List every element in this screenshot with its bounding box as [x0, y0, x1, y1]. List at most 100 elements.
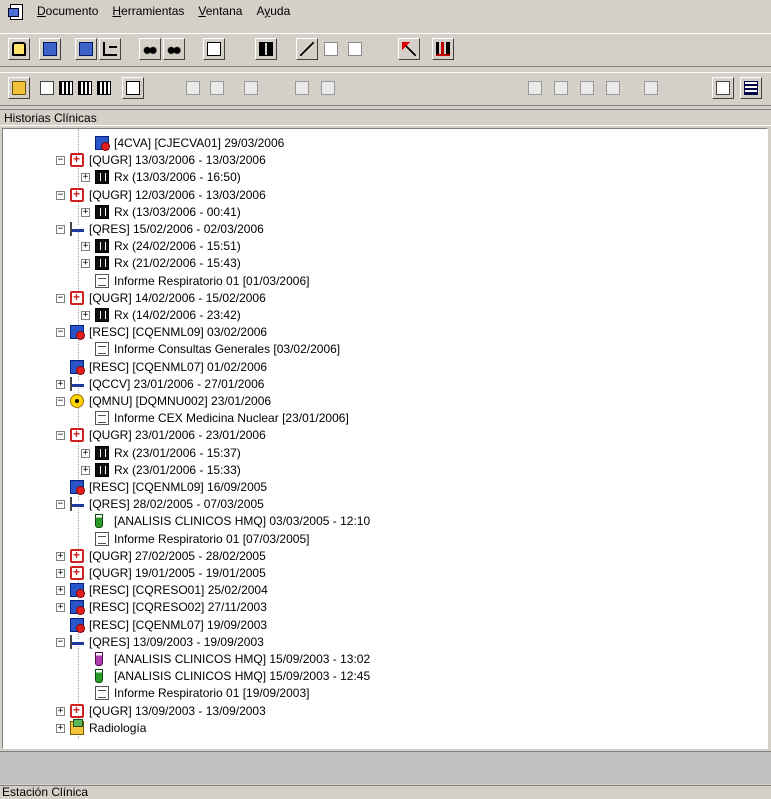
return-button[interactable]	[122, 77, 144, 99]
tree-node-label[interactable]: Rx (14/02/2006 - 23:42)	[114, 307, 241, 323]
tree-node-label[interactable]: [RESC] [CQRESO02] 27/11/2003	[89, 599, 267, 615]
expand-toggle[interactable]: +	[81, 259, 90, 269]
tree-node-label[interactable]: Rx (21/02/2006 - 15:43)	[114, 255, 241, 271]
tree-node[interactable]: [ANALISIS CLINICOS HMQ] 03/03/2005 - 12:…	[3, 513, 763, 529]
expand-toggle[interactable]: +	[56, 706, 65, 716]
patient-button[interactable]	[39, 38, 61, 60]
tree-node-label[interactable]: Informe Respiratorio 01 [19/09/2003]	[114, 685, 309, 701]
clinical-history-tree[interactable]: [4CVA] [CJECVA01] 29/03/2006 − [QUGR] 13/0…	[2, 128, 768, 749]
column-4-button[interactable]	[93, 77, 115, 99]
tree-node[interactable]: + [QCCV] 23/01/2006 - 27/01/2006	[3, 376, 763, 392]
tree-node-label[interactable]: Rx (13/03/2006 - 00:41)	[114, 204, 241, 220]
expand-toggle[interactable]: +	[56, 569, 65, 578]
tree-node-label[interactable]: [RESC] [CQENML07] 01/02/2006	[89, 359, 267, 375]
image-button[interactable]	[344, 38, 366, 60]
menu-documento[interactable]: Documento	[30, 2, 105, 20]
tree-node[interactable]: [RESC] [CQENML07] 19/09/2003	[3, 617, 763, 633]
expand-toggle[interactable]: +	[81, 242, 90, 252]
tree-node[interactable]: + [QUGR] 27/02/2005 - 28/02/2005	[3, 548, 763, 564]
small-icons-button[interactable]	[712, 77, 734, 99]
tree-node[interactable]: Informe Respiratorio 01 [07/03/2005]	[3, 531, 763, 547]
tree-node-label[interactable]: Informe Respiratorio 01 [01/03/2006]	[114, 273, 309, 289]
find-document-button[interactable]	[163, 38, 185, 60]
collapse-toggle[interactable]: −	[56, 190, 65, 200]
tree-node-label[interactable]: [QUGR] 13/09/2003 - 13/09/2003	[89, 703, 266, 719]
clipboard-button[interactable]	[640, 77, 662, 99]
collapse-toggle[interactable]: −	[56, 328, 65, 338]
tree-node[interactable]: [ANALISIS CLINICOS HMQ] 15/09/2003 - 12:…	[3, 668, 763, 684]
edit-disabled-button[interactable]	[182, 77, 204, 99]
tree-node[interactable]: − [RESC] [CQENML09] 03/02/2006	[3, 324, 763, 341]
tree-node-label[interactable]: Radiología	[89, 720, 146, 736]
tree-node[interactable]: + Rx (23/01/2006 - 15:37)	[3, 445, 763, 461]
tree-node-label[interactable]: Informe CEX Medicina Nuclear [23/01/2006…	[114, 410, 349, 426]
tree-node-label[interactable]: Rx (23/01/2006 - 15:37)	[114, 445, 241, 461]
chart-button[interactable]	[432, 38, 454, 60]
tree-node[interactable]: [4CVA] [CJECVA01] 29/03/2006	[3, 135, 763, 151]
tree-node[interactable]: + [RESC] [CQRESO02] 27/11/2003	[3, 599, 763, 616]
grid-view-button[interactable]	[255, 38, 277, 60]
tree-node[interactable]: [ANALISIS CLINICOS HMQ] 15/09/2003 - 13:…	[3, 651, 763, 667]
expand-toggle[interactable]: +	[81, 311, 90, 320]
tree-node-label[interactable]: [RESC] [CQENML09] 16/09/2005	[89, 479, 267, 495]
expand-toggle[interactable]: +	[81, 448, 90, 458]
tree-node[interactable]: − [QRES] 13/09/2003 - 19/09/2003	[3, 634, 763, 650]
forward-button[interactable]	[291, 77, 313, 99]
expand-toggle[interactable]: +	[81, 173, 90, 183]
list-view-button[interactable]	[740, 77, 762, 99]
tool-b-button[interactable]	[550, 77, 572, 99]
tree-node-label[interactable]: [4CVA] [CJECVA01] 29/03/2006	[114, 135, 284, 151]
lock-button[interactable]	[8, 38, 30, 60]
tree-node-label[interactable]: [RESC] [CQENML07] 19/09/2003	[89, 617, 267, 633]
tree-node-label[interactable]: Rx (23/01/2006 - 15:33)	[114, 462, 241, 478]
tree-button[interactable]	[99, 38, 121, 60]
tree-node[interactable]: Informe Respiratorio 01 [01/03/2006]	[3, 273, 763, 289]
tree-node-label[interactable]: [ANALISIS CLINICOS HMQ] 15/09/2003 - 13:…	[114, 651, 370, 667]
tree-node[interactable]: + Rx (21/02/2006 - 15:43)	[3, 255, 763, 271]
collapse-toggle[interactable]: −	[56, 500, 65, 510]
tree-node-label[interactable]: [ANALISIS CLINICOS HMQ] 03/03/2005 - 12:…	[114, 513, 370, 529]
find-button[interactable]	[139, 38, 161, 60]
tree-node-label[interactable]: [ANALISIS CLINICOS HMQ] 15/09/2003 - 12:…	[114, 668, 370, 684]
tree-node[interactable]: + Rx (14/02/2006 - 23:42)	[3, 307, 763, 323]
tree-node-label[interactable]: Informe Respiratorio 01 [07/03/2005]	[114, 531, 309, 547]
expand-toggle[interactable]: +	[56, 723, 65, 733]
expand-toggle[interactable]: +	[56, 603, 65, 613]
tree-node[interactable]: − [QRES] 28/02/2005 - 07/03/2005	[3, 496, 763, 512]
tree-node-label[interactable]: [QMNU] [DQMNU002] 23/01/2006	[89, 393, 271, 409]
collapse-toggle[interactable]: −	[56, 431, 65, 441]
blank-page-button[interactable]	[320, 38, 342, 60]
view-disabled-button[interactable]	[206, 77, 228, 99]
expand-toggle[interactable]: +	[56, 551, 65, 561]
collapse-toggle[interactable]: −	[56, 156, 65, 166]
tree-node[interactable]: − [QMNU] [DQMNU002] 23/01/2006	[3, 393, 763, 409]
print-button[interactable]	[240, 77, 262, 99]
menu-herramientas[interactable]: Herramientas	[105, 2, 191, 20]
tree-node[interactable]: + [QUGR] 19/01/2005 - 19/01/2005	[3, 565, 763, 581]
tree-node-label[interactable]: [QCCV] 23/01/2006 - 27/01/2006	[89, 376, 264, 392]
tree-node-label[interactable]: Informe Consultas Generales [03/02/2006]	[114, 341, 340, 357]
app-document-icon[interactable]	[8, 3, 24, 20]
tree-node-label[interactable]: [RESC] [CQENML09] 03/02/2006	[89, 324, 267, 340]
tree-node-label[interactable]: [QRES] 15/02/2006 - 02/03/2006	[89, 221, 264, 237]
expand-toggle[interactable]: +	[56, 379, 65, 389]
tree-node[interactable]: Informe Consultas Generales [03/02/2006]	[3, 341, 763, 357]
tree-node[interactable]: + Rx (24/02/2006 - 15:51)	[3, 238, 763, 254]
open-folder-button[interactable]	[8, 77, 30, 99]
tree-node[interactable]: − [QUGR] 23/01/2006 - 23/01/2006	[3, 427, 763, 443]
collapse-toggle[interactable]: −	[56, 293, 65, 303]
document-button[interactable]	[203, 38, 225, 60]
tree-node[interactable]: + Radiología	[3, 718, 763, 736]
tree-node[interactable]: + [QUGR] 13/09/2003 - 13/09/2003	[3, 703, 763, 719]
edit-button[interactable]	[296, 38, 318, 60]
tree-node[interactable]: − [QRES] 15/02/2006 - 02/03/2006	[3, 221, 763, 237]
tree-node[interactable]: Informe Respiratorio 01 [19/09/2003]	[3, 685, 763, 701]
tree-node-label[interactable]: [RESC] [CQRESO01] 25/02/2004	[89, 582, 268, 598]
wand-button[interactable]	[398, 38, 420, 60]
tree-node-label[interactable]: [QRES] 28/02/2005 - 07/03/2005	[89, 496, 264, 512]
tree-node-label[interactable]: Rx (24/02/2006 - 15:51)	[114, 238, 241, 254]
tree-node-label[interactable]: [QUGR] 12/03/2006 - 13/03/2006	[89, 187, 266, 203]
tree-node-label[interactable]: [QUGR] 14/02/2006 - 15/02/2006	[89, 290, 266, 306]
tree-node-label[interactable]: [QUGR] 19/01/2005 - 19/01/2005	[89, 565, 266, 581]
menu-ventana[interactable]: Ventana	[191, 2, 249, 20]
